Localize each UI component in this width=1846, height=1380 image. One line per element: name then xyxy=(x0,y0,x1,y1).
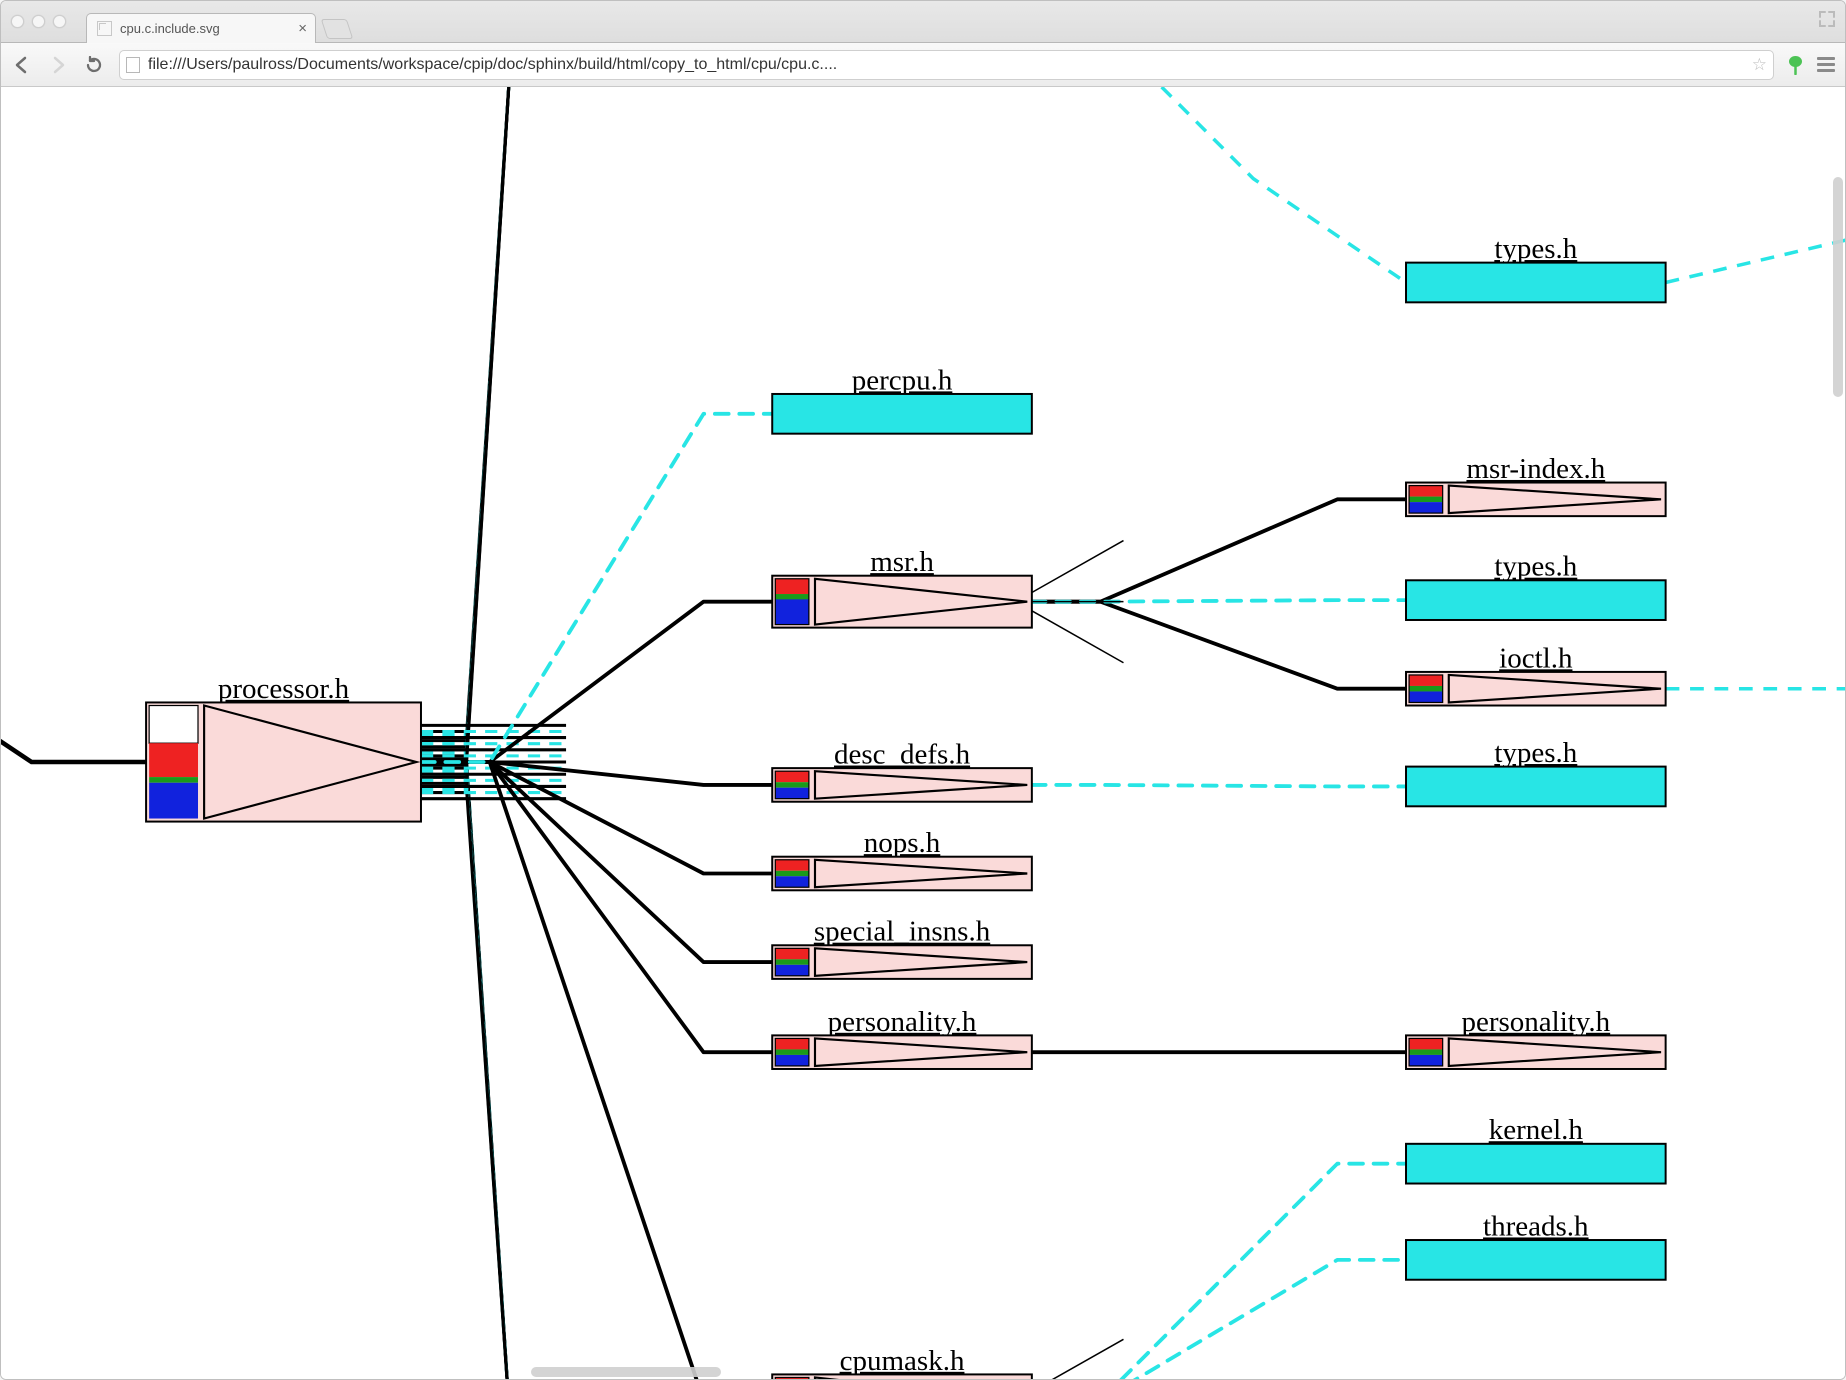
address-bar[interactable]: file:///Users/paulross/Documents/workspa… xyxy=(119,50,1774,80)
svg-text:nops.h: nops.h xyxy=(864,827,941,859)
include-graph-svg[interactable]: processor.h percpu.h msr.h desc_defs.h nops.… xyxy=(1,87,1845,1379)
toolbar: file:///Users/paulross/Documents/workspa… xyxy=(1,43,1845,87)
svg-text:ioctl.h: ioctl.h xyxy=(1499,642,1573,674)
bookmark-star-icon[interactable]: ☆ xyxy=(1752,55,1767,75)
svg-text:desc_defs.h: desc_defs.h xyxy=(834,739,971,771)
close-dot-icon[interactable] xyxy=(11,15,24,28)
svg-text:types.h: types.h xyxy=(1494,737,1577,769)
svg-text:msr-index.h: msr-index.h xyxy=(1466,453,1605,485)
svg-text:kernel.h: kernel.h xyxy=(1489,1114,1584,1146)
svg-text:percpu.h: percpu.h xyxy=(852,364,953,396)
file-icon xyxy=(97,21,112,36)
close-tab-icon[interactable]: × xyxy=(298,21,307,36)
svg-text:msr.h: msr.h xyxy=(870,546,934,578)
forward-button[interactable] xyxy=(47,54,69,76)
menu-button[interactable] xyxy=(1817,57,1835,72)
svg-text:bitmap.h: bitmap.h xyxy=(1485,1378,1588,1379)
back-button[interactable] xyxy=(11,54,33,76)
tab-title: cpu.c.include.svg xyxy=(120,21,220,36)
url-text: file:///Users/paulross/Documents/workspa… xyxy=(148,56,1744,74)
page-viewport: processor.h percpu.h msr.h desc_defs.h nops.… xyxy=(1,87,1845,1379)
new-tab-button[interactable] xyxy=(321,19,353,39)
browser-window: cpu.c.include.svg × file:///Users/paulro… xyxy=(0,0,1846,1380)
svg-text:threads.h: threads.h xyxy=(1483,1210,1589,1242)
svg-text:personality.h: personality.h xyxy=(1461,1006,1610,1038)
svg-text:types.h: types.h xyxy=(1494,233,1577,265)
svg-text:cpumask.h: cpumask.h xyxy=(840,1345,965,1377)
horizontal-scrollbar[interactable] xyxy=(531,1367,721,1377)
browser-tab[interactable]: cpu.c.include.svg × xyxy=(86,13,316,43)
reload-button[interactable] xyxy=(83,54,105,76)
svg-text:personality.h: personality.h xyxy=(828,1006,977,1038)
fullscreen-icon[interactable] xyxy=(1819,11,1835,27)
page-icon xyxy=(126,57,140,73)
svg-text:types.h: types.h xyxy=(1494,551,1577,583)
extension-icon[interactable] xyxy=(1788,55,1803,75)
window-controls xyxy=(11,1,66,42)
tab-strip: cpu.c.include.svg × xyxy=(1,1,1845,43)
zoom-dot-icon[interactable] xyxy=(53,15,66,28)
svg-text:processor.h: processor.h xyxy=(218,673,350,705)
minimize-dot-icon[interactable] xyxy=(32,15,45,28)
svg-text:special_insns.h: special_insns.h xyxy=(814,916,991,948)
vertical-scrollbar[interactable] xyxy=(1833,177,1843,397)
